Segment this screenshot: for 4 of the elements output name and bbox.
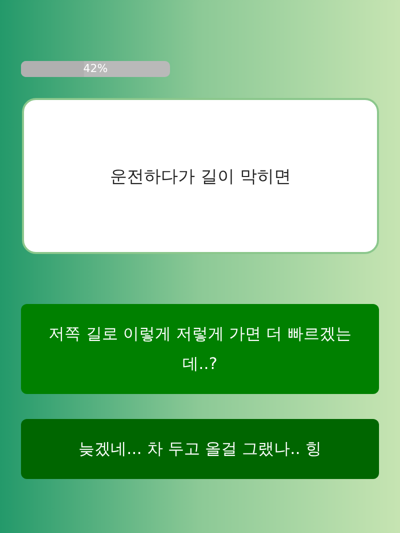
- question-text: 운전하다가 길이 막히면: [110, 166, 291, 188]
- progress-label: 42%: [82, 61, 109, 77]
- answer-button[interactable]: 저쪽 길로 이렇게 저렇게 가면 더 빠르겠는데..?: [21, 304, 379, 394]
- answer-button[interactable]: 늦겠네... 차 두고 올걸 그랬나.. 힝: [21, 419, 379, 479]
